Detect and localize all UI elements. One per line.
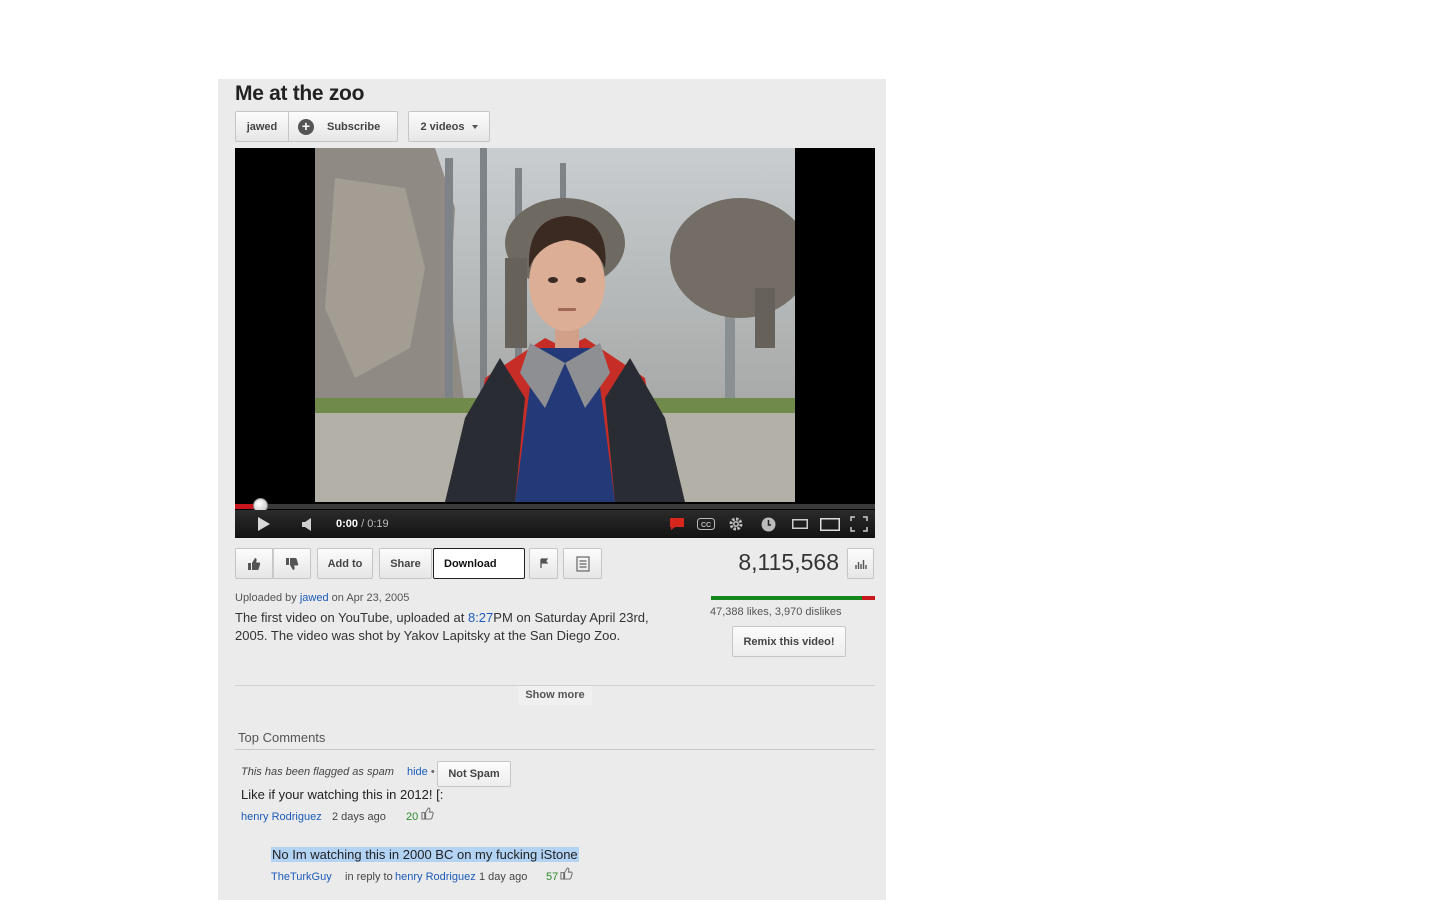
- video-title: Me at the zoo: [235, 82, 365, 105]
- thumbs-up-icon: [248, 557, 261, 570]
- like-button[interactable]: [235, 548, 273, 579]
- video-player[interactable]: 0:00 / 0:19 CC: [235, 148, 875, 538]
- watch-panel: Me at the zoo jawed + Subscribe 2 videos: [218, 79, 886, 900]
- spam-flag-note: This has been flagged as spam: [241, 766, 394, 778]
- uploader-link[interactable]: jawed: [300, 592, 329, 604]
- hide-comment-link[interactable]: hide •: [407, 766, 435, 778]
- dislike-button[interactable]: [273, 548, 311, 579]
- subscribe-button[interactable]: + Subscribe: [288, 111, 398, 142]
- channel-videos-dropdown[interactable]: 2 videos: [408, 111, 490, 142]
- reply-author-link[interactable]: TheTurkGuy: [271, 871, 332, 883]
- plus-icon: +: [298, 118, 314, 135]
- upload-info: Uploaded by jawed on Apr 23, 2005: [235, 592, 409, 604]
- view-count: 8,115,568: [738, 549, 839, 575]
- caret-down-icon: [471, 124, 478, 129]
- share-button[interactable]: Share: [379, 548, 432, 579]
- like-ratio-fill: [711, 596, 863, 600]
- add-to-button[interactable]: Add to: [317, 548, 373, 579]
- not-spam-button[interactable]: Not Spam: [437, 761, 511, 787]
- comment-author-link[interactable]: henry Rodriguez: [241, 811, 322, 823]
- transcript-button[interactable]: [563, 548, 602, 579]
- videos-count-label: 2 videos: [420, 120, 465, 133]
- cc-icon[interactable]: CC: [695, 510, 717, 538]
- channel-button[interactable]: jawed: [235, 111, 288, 142]
- upload-prefix: Uploaded by: [235, 592, 297, 604]
- comments-heading: Top Comments: [238, 730, 326, 745]
- video-frame[interactable]: [315, 148, 795, 502]
- progress-bar[interactable]: [235, 504, 875, 509]
- reply-time: 1 day ago: [479, 871, 528, 883]
- like-ratio-bar: [711, 596, 875, 600]
- show-more-button[interactable]: Show more: [518, 686, 592, 705]
- thumbs-up-icon[interactable]: [560, 867, 573, 885]
- svg-text:CC: CC: [701, 522, 711, 529]
- comment-text: Like if your watching this in 2012! [:: [241, 787, 444, 802]
- reply-vote-count: 57: [546, 871, 559, 883]
- reply-comment-text: No Im watching this in 2000 BC on my fuc…: [271, 847, 579, 862]
- subscribe-label: Subscribe: [327, 120, 381, 133]
- download-button[interactable]: Download: [433, 548, 525, 579]
- player-control-bar: 0:00 / 0:19 CC: [235, 510, 875, 538]
- video-still-image: [315, 148, 795, 502]
- comment-time: 2 days ago: [332, 811, 386, 823]
- gear-icon[interactable]: [725, 510, 747, 538]
- reply-to-link[interactable]: henry Rodriguez: [395, 871, 476, 883]
- time-display: 0:00 / 0:19: [336, 510, 389, 538]
- hide-separator: •: [430, 766, 435, 778]
- annotations-icon[interactable]: [666, 510, 688, 538]
- remix-button[interactable]: Remix this video!: [732, 626, 846, 657]
- comments-divider: [235, 749, 875, 750]
- hide-link-label[interactable]: hide: [407, 766, 428, 778]
- time-separator: /: [361, 518, 365, 530]
- watch-later-icon[interactable]: [757, 510, 779, 538]
- thumbs-down-icon: [286, 557, 299, 570]
- large-player-icon[interactable]: [818, 510, 842, 538]
- fullscreen-icon[interactable]: [848, 510, 870, 538]
- volume-icon[interactable]: [297, 510, 317, 538]
- description-part1: The first video on YouTube, uploaded at: [235, 610, 468, 625]
- transcript-icon: [575, 555, 590, 572]
- current-time: 0:00: [336, 518, 359, 530]
- comment-vote-count: 20: [406, 811, 419, 823]
- video-description: The first video on YouTube, uploaded at …: [235, 609, 675, 645]
- reply-prefix: in reply to: [345, 871, 393, 883]
- play-icon[interactable]: [253, 510, 275, 538]
- flag-button[interactable]: [529, 548, 558, 579]
- thumbs-up-icon[interactable]: [421, 807, 434, 825]
- stats-button[interactable]: [847, 548, 874, 579]
- duration: 0:19: [367, 518, 389, 530]
- flag-icon: [539, 558, 548, 568]
- small-player-icon[interactable]: [789, 510, 811, 538]
- stats-icon: [854, 559, 867, 569]
- likes-dislikes-count: 47,388 likes, 3,970 dislikes: [710, 606, 842, 618]
- upload-date: on Apr 23, 2005: [331, 592, 410, 604]
- timestamp-link[interactable]: 8:27: [468, 610, 493, 625]
